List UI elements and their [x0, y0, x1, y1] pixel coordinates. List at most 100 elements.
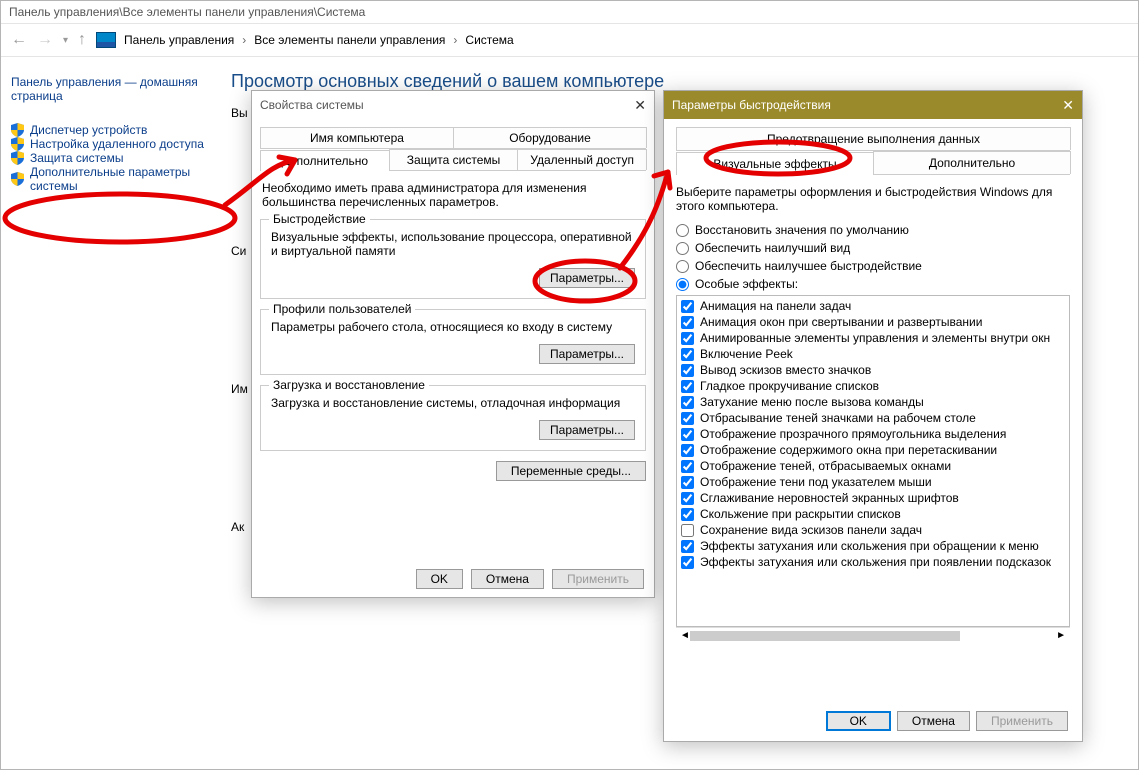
group-params-button[interactable]: Параметры...: [539, 268, 635, 288]
shield-icon: [11, 172, 24, 186]
env-vars-button[interactable]: Переменные среды...: [496, 461, 646, 481]
checkbox[interactable]: [681, 380, 694, 393]
check-item-4[interactable]: Вывод эскизов вместо значков: [679, 362, 1067, 378]
checkbox[interactable]: [681, 348, 694, 361]
performance-options-dialog: Параметры быстродействия ✕ Предотвращени…: [663, 90, 1083, 742]
sidebar-item-3[interactable]: Дополнительные параметры системы: [11, 165, 221, 193]
checkbox-label: Включение Peek: [700, 347, 793, 361]
checkbox[interactable]: [681, 460, 694, 473]
tab-computer-name[interactable]: Имя компьютера: [260, 127, 454, 148]
radio-label: Особые эффекты:: [695, 277, 798, 291]
chevron-icon: ›: [242, 33, 246, 47]
checkbox[interactable]: [681, 300, 694, 313]
check-item-11[interactable]: Отображение тени под указателем мыши: [679, 474, 1067, 490]
sidebar-item-label: Дополнительные параметры системы: [30, 165, 221, 193]
tab-remote[interactable]: Удаленный доступ: [517, 149, 647, 170]
radio-2[interactable]: Обеспечить наилучшее быстродействие: [676, 259, 1070, 273]
dialog-title: Параметры быстродействия: [672, 98, 831, 112]
breadcrumb-2[interactable]: Все элементы панели управления: [252, 29, 447, 51]
check-item-1[interactable]: Анимация окон при свертывании и разверты…: [679, 314, 1067, 330]
group-text: Визуальные эффекты, использование процес…: [271, 230, 635, 258]
radio-input[interactable]: [676, 224, 689, 237]
ok-button[interactable]: OK: [416, 569, 463, 589]
checkbox[interactable]: [681, 396, 694, 409]
sidebar-item-label: Защита системы: [30, 151, 123, 165]
checkbox[interactable]: [681, 492, 694, 505]
check-item-13[interactable]: Скольжение при раскрытии списков: [679, 506, 1067, 522]
checkbox-label: Анимация окон при свертывании и разверты…: [700, 315, 982, 329]
breadcrumb-1[interactable]: Панель управления: [122, 29, 236, 51]
check-item-0[interactable]: Анимация на панели задач: [679, 298, 1067, 314]
check-item-15[interactable]: Эффекты затухания или скольжения при обр…: [679, 538, 1067, 554]
sidebar-item-2[interactable]: Защита системы: [11, 151, 221, 165]
sidebar-item-label: Диспетчер устройств: [30, 123, 147, 137]
control-panel-home-link[interactable]: Панель управления — домашняя страница: [11, 75, 221, 103]
sidebar: Панель управления — домашняя страница Ди…: [1, 57, 231, 769]
check-item-5[interactable]: Гладкое прокручивание списков: [679, 378, 1067, 394]
toolbar: ← → ▾ ↑ Панель управления › Все элементы…: [1, 23, 1138, 57]
checkbox[interactable]: [681, 332, 694, 345]
close-icon[interactable]: ✕: [634, 97, 646, 114]
tab-advanced[interactable]: Дополнительно: [873, 151, 1071, 174]
tab-row-top: Имя компьютера Оборудование: [260, 127, 646, 149]
radio-1[interactable]: Обеспечить наилучший вид: [676, 241, 1070, 255]
sidebar-item-0[interactable]: Диспетчер устройств: [11, 123, 221, 137]
effects-checklist[interactable]: Анимация на панели задач Анимация окон п…: [676, 295, 1070, 627]
check-item-2[interactable]: Анимированные элементы управления и элем…: [679, 330, 1067, 346]
tab-system-protect[interactable]: Защита системы: [389, 149, 519, 170]
radio-3[interactable]: Особые эффекты:: [676, 277, 1070, 291]
tab-row-bottom: Дополнительно Защита системы Удаленный д…: [260, 149, 646, 171]
checkbox[interactable]: [681, 556, 694, 569]
check-item-9[interactable]: Отображение содержимого окна при перетас…: [679, 442, 1067, 458]
admin-note: Необходимо иметь права администратора дл…: [262, 181, 644, 209]
group-text: Загрузка и восстановление системы, отлад…: [271, 396, 635, 410]
check-item-8[interactable]: Отображение прозрачного прямоугольника в…: [679, 426, 1067, 442]
check-item-16[interactable]: Эффекты затухания или скольжения при поя…: [679, 554, 1067, 570]
checkbox-label: Отображение тени под указателем мыши: [700, 475, 932, 489]
radio-input[interactable]: [676, 278, 689, 291]
breadcrumb-3[interactable]: Система: [463, 29, 515, 51]
radio-input[interactable]: [676, 242, 689, 255]
apply-button: Применить: [552, 569, 644, 589]
sidebar-item-1[interactable]: Настройка удаленного доступа: [11, 137, 221, 151]
checkbox[interactable]: [681, 364, 694, 377]
checkbox[interactable]: [681, 540, 694, 553]
tab-advanced[interactable]: Дополнительно: [260, 150, 390, 171]
checkbox[interactable]: [681, 524, 694, 537]
group-params-button[interactable]: Параметры...: [539, 344, 635, 364]
check-item-10[interactable]: Отображение теней, отбрасываемых окнами: [679, 458, 1067, 474]
checkbox[interactable]: [681, 508, 694, 521]
forward-arrow-icon: →: [37, 31, 53, 49]
check-item-12[interactable]: Сглаживание неровностей экранных шрифтов: [679, 490, 1067, 506]
shield-icon: [11, 137, 24, 151]
cancel-button[interactable]: Отмена: [897, 711, 970, 731]
checkbox-label: Затухание меню после вызова команды: [700, 395, 924, 409]
checkbox[interactable]: [681, 316, 694, 329]
tab-visual-effects[interactable]: Визуальные эффекты: [676, 152, 874, 175]
back-arrow-icon[interactable]: ←: [11, 31, 27, 49]
group-params-button[interactable]: Параметры...: [539, 420, 635, 440]
horizontal-scrollbar[interactable]: ◄ ►: [676, 627, 1070, 643]
check-item-3[interactable]: Включение Peek: [679, 346, 1067, 362]
close-icon[interactable]: ✕: [1062, 97, 1074, 114]
checkbox[interactable]: [681, 444, 694, 457]
checkbox-label: Отображение прозрачного прямоугольника в…: [700, 427, 1006, 441]
checkbox[interactable]: [681, 412, 694, 425]
tab-hardware[interactable]: Оборудование: [453, 127, 647, 148]
checkbox[interactable]: [681, 428, 694, 441]
radio-input[interactable]: [676, 260, 689, 273]
shield-icon: [11, 151, 24, 165]
cancel-button[interactable]: Отмена: [471, 569, 544, 589]
ok-button[interactable]: OK: [826, 711, 891, 731]
check-item-7[interactable]: Отбрасывание теней значками на рабочем с…: [679, 410, 1067, 426]
checkbox[interactable]: [681, 476, 694, 489]
window-title: Панель управления\Все элементы панели уп…: [1, 1, 1138, 23]
dropdown-history-icon[interactable]: ▾: [63, 35, 68, 46]
up-arrow-icon[interactable]: ↑: [78, 31, 86, 49]
checkbox-label: Скольжение при раскрытии списков: [700, 507, 901, 521]
group-text: Параметры рабочего стола, относящиеся ко…: [271, 320, 635, 334]
tab-dep[interactable]: Предотвращение выполнения данных: [676, 127, 1071, 150]
check-item-6[interactable]: Затухание меню после вызова команды: [679, 394, 1067, 410]
check-item-14[interactable]: Сохранение вида эскизов панели задач: [679, 522, 1067, 538]
radio-0[interactable]: Восстановить значения по умолчанию: [676, 223, 1070, 237]
